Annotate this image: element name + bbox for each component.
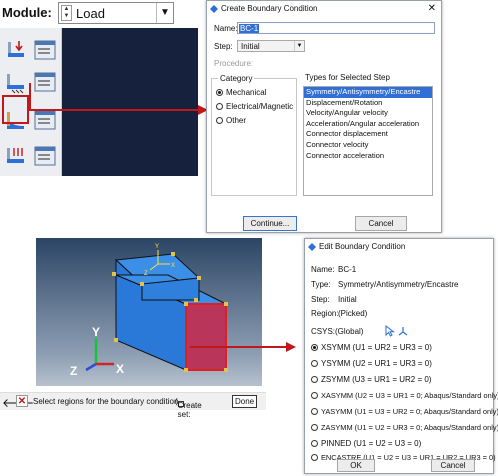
create-bc-titlebar: Create Boundary Condition ✕ — [207, 1, 441, 17]
list-item[interactable]: Acceleration/Angular acceleration — [304, 119, 432, 130]
model-triad-x: X — [171, 263, 175, 269]
name-label: Name: — [214, 24, 238, 33]
list-item[interactable]: Symmetry/Antisymmetry/Encastre — [304, 87, 432, 98]
category-title: Category — [218, 74, 255, 83]
option-zsymm[interactable]: ZSYMM (U3 = UR1 = UR2 = 0) — [311, 375, 431, 384]
continue-button[interactable]: Continue... — [243, 216, 297, 231]
edit-bc-title: Edit Boundary Condition — [319, 242, 406, 251]
chevron-down-icon[interactable]: ▼ — [156, 3, 173, 23]
create-load-case-icon[interactable] — [4, 144, 28, 168]
types-list[interactable]: Symmetry/Antisymmetry/Encastre Displacem… — [303, 86, 433, 196]
radio-icon — [311, 454, 318, 461]
module-selector[interactable]: ▲ ▼ Load ▼ — [58, 2, 174, 24]
category-mechanical[interactable]: Mechanical — [216, 88, 266, 97]
edit-bc-titlebar: Edit Boundary Condition — [305, 239, 493, 255]
abaqus-app-icon — [308, 243, 316, 251]
list-item[interactable]: Connector acceleration — [304, 151, 432, 162]
category-other[interactable]: Other — [216, 116, 246, 125]
radio-icon — [216, 103, 223, 110]
abaqus-app-icon — [210, 5, 218, 13]
radio-icon — [311, 360, 318, 367]
create-boundary-condition-icon[interactable] — [4, 70, 28, 94]
ok-button[interactable]: OK — [337, 459, 375, 472]
list-item[interactable]: Connector velocity — [304, 140, 432, 151]
radio-icon — [311, 424, 318, 431]
module-value: Load — [76, 6, 105, 21]
option-pinned[interactable]: PINNED (U1 = U2 = U3 = 0) — [311, 439, 421, 448]
step-value: Initial — [338, 295, 357, 304]
step-selector[interactable]: Initial ▼ — [237, 40, 305, 52]
list-item[interactable]: Velocity/Angular velocity — [304, 108, 432, 119]
red-arrow-icon — [190, 342, 296, 352]
option-zasymm[interactable]: ZASYMM (U1 = U2 = UR3 = 0; Abaqus/Standa… — [311, 423, 498, 432]
red-arrow-icon — [29, 83, 208, 115]
radio-selected-icon — [311, 344, 318, 351]
procedure-label: Procedure: — [214, 59, 254, 68]
radio-icon — [311, 408, 318, 415]
cancel-procedure-icon[interactable]: ✕ — [16, 395, 28, 407]
types-title: Types for Selected Step — [303, 73, 392, 82]
types-group: Types for Selected Step Symmetry/Antisym… — [301, 73, 437, 196]
csys-label: CSYS: — [311, 327, 336, 336]
step-label: Step: — [311, 295, 330, 304]
prompt-text: Select regions for the boundary conditio… — [33, 397, 179, 406]
create-bc-dialog: Create Boundary Condition ✕ Name: BC-1 S… — [206, 0, 442, 233]
create-load-icon[interactable] — [5, 38, 29, 62]
option-xasymm[interactable]: XASYMM (U2 = U3 = UR1 = 0; Abaqus/Standa… — [311, 391, 498, 400]
triad-x-label: X — [116, 362, 124, 376]
module-spinner-icon[interactable]: ▲ ▼ — [61, 5, 72, 21]
model-triad-z: Z — [144, 271, 148, 277]
category-electrical-magnetic[interactable]: Electrical/Magnetic — [216, 102, 293, 111]
part-model[interactable]: Y X Z Y X Z — [36, 238, 262, 386]
type-value: Symmetry/Antisymmetry/Encastre — [338, 280, 459, 289]
list-item[interactable]: Displacement/Rotation — [304, 98, 432, 109]
bc-tool-highlight — [2, 95, 29, 124]
type-label: Type: — [311, 280, 331, 289]
create-bc-title: Create Boundary Condition — [221, 4, 318, 13]
radio-icon — [311, 440, 318, 447]
radio-icon — [311, 392, 318, 399]
module-label: Module: — [2, 5, 52, 20]
csys-value: (Global) — [335, 327, 364, 336]
cancel-button[interactable]: Cancel — [355, 216, 407, 231]
option-ysymm[interactable]: YSYMM (U2 = UR1 = UR3 = 0) — [311, 359, 432, 368]
triad-y-label: Y — [92, 325, 100, 339]
model-triad-y: Y — [155, 244, 159, 250]
prompt-bar: 🡐 ✕ Select regions for the boundary cond… — [0, 392, 266, 419]
load-case-manager-icon[interactable] — [33, 144, 57, 168]
close-icon[interactable]: ✕ — [428, 1, 436, 17]
radio-selected-icon — [216, 89, 223, 96]
name-field[interactable]: BC-1 — [237, 22, 435, 34]
cancel-button[interactable]: Cancel — [431, 459, 475, 472]
triad-z-label: Z — [70, 364, 77, 378]
radio-icon — [311, 376, 318, 383]
name-label: Name: — [311, 265, 335, 274]
region-label: Region: — [311, 309, 339, 318]
region-value: (Picked) — [338, 309, 368, 318]
chevron-down-icon: ▼ — [294, 41, 304, 51]
name-value: BC-1 — [338, 265, 357, 274]
radio-icon — [216, 117, 223, 124]
viewport-bottom[interactable]: Y X Z Y X Z — [36, 238, 262, 386]
list-item[interactable]: Connector displacement — [304, 129, 432, 140]
load-manager-icon[interactable] — [33, 38, 57, 62]
create-set-checkbox[interactable]: ( Create set: — [175, 397, 202, 419]
category-group: Category Mechanical Electrical/Magnetic … — [211, 74, 297, 196]
edit-bc-dialog: Edit Boundary Condition Name: BC-1 Type:… — [304, 238, 498, 474]
create-csys-icon[interactable] — [397, 325, 409, 337]
name-value: BC-1 — [239, 24, 260, 33]
select-csys-cursor-icon[interactable] — [385, 325, 395, 337]
done-button[interactable]: Done — [232, 395, 258, 408]
option-xsymm[interactable]: XSYMM (U1 = UR2 = UR3 = 0) — [311, 343, 432, 352]
step-value: Initial — [241, 42, 260, 51]
option-yasymm[interactable]: YASYMM (U1 = U3 = UR2 = 0; Abaqus/Standa… — [311, 407, 498, 416]
step-label: Step: — [214, 42, 233, 51]
